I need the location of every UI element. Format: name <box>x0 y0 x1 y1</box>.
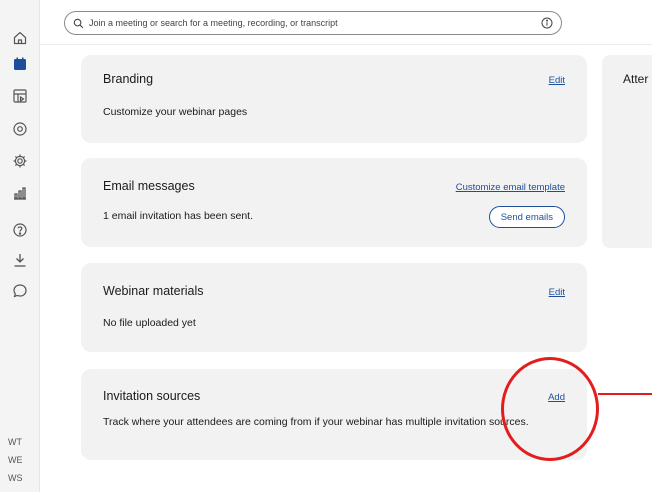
attendees-panel-title: Atter <box>623 72 649 86</box>
branding-card: Branding Edit Customize your webinar pag… <box>81 55 587 143</box>
email-messages-description: 1 email invitation has been sent. <box>103 210 254 222</box>
home-icon[interactable] <box>11 29 29 47</box>
sidebar-label-we[interactable]: WE <box>8 455 23 465</box>
webinar-materials-title: Webinar materials <box>103 284 204 298</box>
calendar-icon[interactable] <box>11 55 29 73</box>
branding-edit-link[interactable]: Edit <box>549 75 565 86</box>
attendees-panel: Atter <box>602 55 652 248</box>
search-icon <box>73 18 84 28</box>
send-emails-button[interactable]: Send emails <box>488 206 565 228</box>
app-sidebar: WT WE WS <box>0 0 40 492</box>
invitation-sources-title: Invitation sources <box>103 389 201 403</box>
customize-email-template-link[interactable]: Customize email template <box>456 182 565 193</box>
email-messages-title: Email messages <box>103 179 195 193</box>
annotation-pointer-line <box>598 393 652 395</box>
annotation-circle <box>501 357 599 461</box>
email-messages-card: Email messages Customize email template … <box>81 158 587 247</box>
analytics-icon[interactable] <box>11 184 29 202</box>
webex-circle-icon[interactable] <box>11 120 29 138</box>
branding-title: Branding <box>103 72 154 86</box>
recordings-icon[interactable] <box>11 87 29 105</box>
sidebar-label-ws[interactable]: WS <box>8 473 23 483</box>
webinar-materials-description: No file uploaded yet <box>103 317 196 329</box>
webinar-materials-edit-link[interactable]: Edit <box>549 287 565 298</box>
download-icon[interactable] <box>11 251 29 269</box>
chat-icon[interactable] <box>11 282 29 300</box>
info-icon[interactable] <box>541 17 553 29</box>
branding-description: Customize your webinar pages <box>103 106 248 118</box>
search-input[interactable] <box>89 18 541 28</box>
header-divider <box>40 44 652 45</box>
webinar-materials-card: Webinar materials Edit No file uploaded … <box>81 263 587 352</box>
help-icon[interactable] <box>11 221 29 239</box>
search-bar[interactable] <box>64 11 562 35</box>
invitation-sources-description: Track where your attendees are coming fr… <box>103 416 529 428</box>
sidebar-label-wt[interactable]: WT <box>8 437 22 447</box>
settings-icon[interactable] <box>11 152 29 170</box>
